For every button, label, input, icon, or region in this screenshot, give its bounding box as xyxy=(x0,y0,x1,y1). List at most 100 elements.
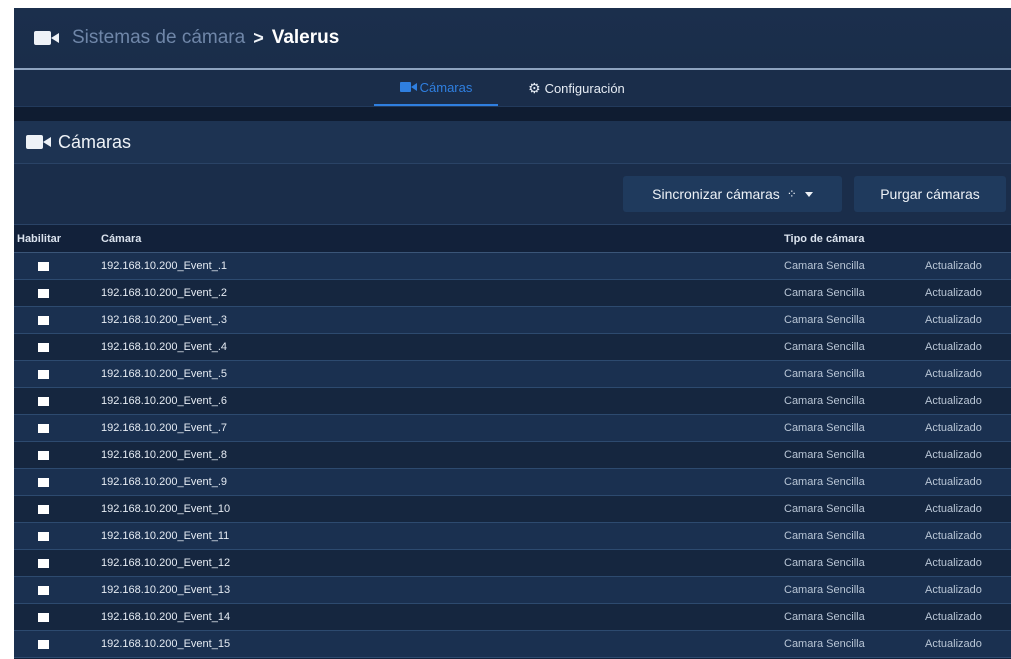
column-header-camera[interactable]: Cámara xyxy=(101,225,784,253)
tab-configuration[interactable]: ⚙ Configuración xyxy=(528,70,625,106)
enable-checkbox[interactable] xyxy=(38,504,49,514)
camera-icon xyxy=(399,82,417,92)
camera-status-cell: Actualizado xyxy=(925,360,1011,388)
camera-status-cell: Actualizado xyxy=(925,333,1011,361)
tab-bar: Cámaras ⚙ Configuración xyxy=(14,70,1011,107)
enable-checkbox[interactable] xyxy=(38,477,49,487)
enable-cell xyxy=(14,468,101,496)
purge-cameras-label: Purgar cámaras xyxy=(880,186,980,202)
breadcrumb-root-link[interactable]: Sistemas de cámara xyxy=(72,27,245,49)
enable-cell xyxy=(14,414,101,442)
camera-status-cell: Actualizado xyxy=(925,414,1011,442)
camera-type-cell: Camara Sencilla xyxy=(784,252,925,280)
camera-status-cell: Actualizado xyxy=(925,306,1011,334)
camera-status-cell: Actualizado xyxy=(925,387,1011,415)
camera-status-cell: Actualizado xyxy=(925,603,1011,631)
enable-checkbox[interactable] xyxy=(38,639,49,649)
tab-cameras-label: Cámaras xyxy=(419,79,473,95)
sync-cameras-button[interactable]: Sincronizar cámaras ⁘ xyxy=(623,176,842,212)
camera-name-cell: 192.168.10.200_Event_.6 xyxy=(101,387,784,415)
panel-header: Cámaras xyxy=(14,121,1011,164)
camera-status-cell: Actualizado xyxy=(925,495,1011,523)
enable-cell xyxy=(14,252,101,280)
camera-type-cell: Camara Sencilla xyxy=(784,549,925,577)
column-header-type[interactable]: Tipo de cámara xyxy=(784,225,925,253)
camera-type-cell: Camara Sencilla xyxy=(784,630,925,658)
camera-status-cell: Actualizado xyxy=(925,549,1011,577)
enable-checkbox[interactable] xyxy=(38,369,49,379)
enable-cell xyxy=(14,603,101,631)
enable-checkbox[interactable] xyxy=(38,423,49,433)
table-row[interactable]: 192.168.10.200_Event_.8 Camara Sencilla Ac… xyxy=(14,441,1011,469)
enable-checkbox[interactable] xyxy=(38,288,49,298)
sync-cameras-label: Sincronizar cámaras xyxy=(652,186,780,202)
camera-icon xyxy=(34,30,60,46)
enable-checkbox[interactable] xyxy=(38,315,49,325)
table-row[interactable]: 192.168.10.200_Event_.9 Camara Sencilla Ac… xyxy=(14,468,1011,496)
enable-checkbox[interactable] xyxy=(38,585,49,595)
camera-type-cell: Camara Sencilla xyxy=(784,279,925,307)
table-row[interactable]: 192.168.10.200_Event_15 Camara Sencilla Ac… xyxy=(14,630,1011,658)
enable-cell xyxy=(14,387,101,415)
camera-status-cell: Actualizado xyxy=(925,522,1011,550)
camera-status-cell: Actualizado xyxy=(925,279,1011,307)
table-row[interactable]: 192.168.10.200_Event_.1 Camara Sencilla Ac… xyxy=(14,252,1011,280)
enable-cell xyxy=(14,576,101,604)
camera-systems-window: Sistemas de cámara > Valerus Cámaras ⚙ C… xyxy=(14,8,1011,659)
enable-checkbox[interactable] xyxy=(38,261,49,271)
camera-type-cell: Camara Sencilla xyxy=(784,441,925,469)
enable-cell xyxy=(14,630,101,658)
camera-type-cell: Camara Sencilla xyxy=(784,495,925,523)
table-row[interactable]: 192.168.10.200_Event_.4 Camara Sencilla Ac… xyxy=(14,333,1011,361)
table-row[interactable]: 192.168.10.200_Event_11 Camara Sencilla Ac… xyxy=(14,522,1011,550)
column-header-enable[interactable]: Habilitar xyxy=(14,225,101,253)
table-row[interactable]: 192.168.10.200_Event_12 Camara Sencilla Ac… xyxy=(14,549,1011,577)
camera-type-cell: Camara Sencilla xyxy=(784,414,925,442)
enable-checkbox[interactable] xyxy=(38,531,49,541)
camera-name-cell: 192.168.10.200_Event_.7 xyxy=(101,414,784,442)
enable-cell xyxy=(14,333,101,361)
spinner-icon: ⁘ xyxy=(786,187,797,201)
camera-name-cell: 192.168.10.200_Event_.8 xyxy=(101,441,784,469)
table-row[interactable]: 192.168.10.200_Event_.7 Camara Sencilla Ac… xyxy=(14,414,1011,442)
camera-type-cell: Camara Sencilla xyxy=(784,306,925,334)
cameras-table: Habilitar Cámara Tipo de cámara 192.168.… xyxy=(14,225,1011,658)
enable-checkbox[interactable] xyxy=(38,612,49,622)
toolbar: Sincronizar cámaras ⁘ Purgar cámaras xyxy=(14,164,1011,225)
enable-cell xyxy=(14,360,101,388)
enable-cell xyxy=(14,279,101,307)
camera-status-cell: Actualizado xyxy=(925,468,1011,496)
table-row[interactable]: 192.168.10.200_Event_10 Camara Sencilla Ac… xyxy=(14,495,1011,523)
table-row[interactable]: 192.168.10.200_Event_.5 Camara Sencilla Ac… xyxy=(14,360,1011,388)
camera-type-cell: Camara Sencilla xyxy=(784,333,925,361)
table-row[interactable]: 192.168.10.200_Event_.6 Camara Sencilla Ac… xyxy=(14,387,1011,415)
camera-name-cell: 192.168.10.200_Event_.3 xyxy=(101,306,784,334)
panel-spacer xyxy=(14,107,1011,121)
enable-checkbox[interactable] xyxy=(38,396,49,406)
table-row[interactable]: 192.168.10.200_Event_.3 Camara Sencilla Ac… xyxy=(14,306,1011,334)
chevron-down-icon[interactable] xyxy=(804,191,813,197)
table-row[interactable]: 192.168.10.200_Event_13 Camara Sencilla Ac… xyxy=(14,576,1011,604)
breadcrumb: Sistemas de cámara > Valerus xyxy=(14,8,1011,70)
table-row[interactable]: 192.168.10.200_Event_.2 Camara Sencilla Ac… xyxy=(14,279,1011,307)
camera-type-cell: Camara Sencilla xyxy=(784,576,925,604)
camera-status-cell: Actualizado xyxy=(925,576,1011,604)
table-row[interactable]: 192.168.10.200_Event_14 Camara Sencilla Ac… xyxy=(14,603,1011,631)
camera-name-cell: 192.168.10.200_Event_15 xyxy=(101,630,784,658)
camera-name-cell: 192.168.10.200_Event_12 xyxy=(101,549,784,577)
enable-cell xyxy=(14,522,101,550)
camera-name-cell: 192.168.10.200_Event_13 xyxy=(101,576,784,604)
tab-cameras[interactable]: Cámaras xyxy=(374,70,498,106)
camera-name-cell: 192.168.10.200_Event_.4 xyxy=(101,333,784,361)
camera-type-cell: Camara Sencilla xyxy=(784,387,925,415)
enable-checkbox[interactable] xyxy=(38,558,49,568)
enable-checkbox[interactable] xyxy=(38,342,49,352)
tab-configuration-label: Configuración xyxy=(544,80,625,96)
enable-cell xyxy=(14,495,101,523)
enable-cell xyxy=(14,549,101,577)
enable-checkbox[interactable] xyxy=(38,450,49,460)
camera-name-cell: 192.168.10.200_Event_14 xyxy=(101,603,784,631)
camera-icon xyxy=(26,134,52,150)
camera-name-cell: 192.168.10.200_Event_10 xyxy=(101,495,784,523)
purge-cameras-button[interactable]: Purgar cámaras xyxy=(854,176,1006,212)
